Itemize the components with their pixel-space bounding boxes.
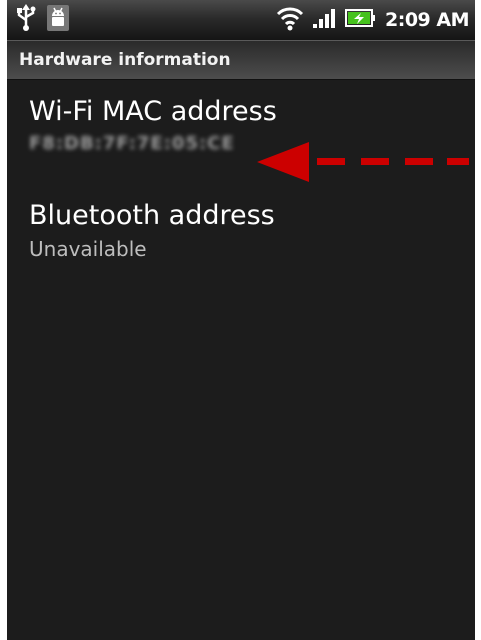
status-bar: 2:09 AM [7,0,475,40]
usb-icon [15,4,37,36]
phone-screen: 2:09 AM Hardware information Wi-Fi MAC a… [7,0,475,640]
wifi-mac-pref[interactable]: Wi-Fi MAC address F8:DB:7F:7E:05:CE [29,96,277,154]
bluetooth-address-title: Bluetooth address [29,200,275,231]
signal-icon [313,7,337,33]
page-title: Hardware information [19,50,231,70]
title-bar: Hardware information [7,40,475,80]
wifi-icon [275,5,305,35]
red-arrow-annotation [257,142,469,182]
clock: 2:09 AM [385,9,470,31]
wifi-mac-value: F8:DB:7F:7E:05:CE [29,133,235,154]
android-debug-icon [47,5,69,35]
bluetooth-address-pref[interactable]: Bluetooth address Unavailable [29,200,275,261]
wifi-mac-title: Wi-Fi MAC address [29,96,277,127]
battery-charging-icon [345,8,377,32]
bluetooth-address-value: Unavailable [29,237,147,261]
